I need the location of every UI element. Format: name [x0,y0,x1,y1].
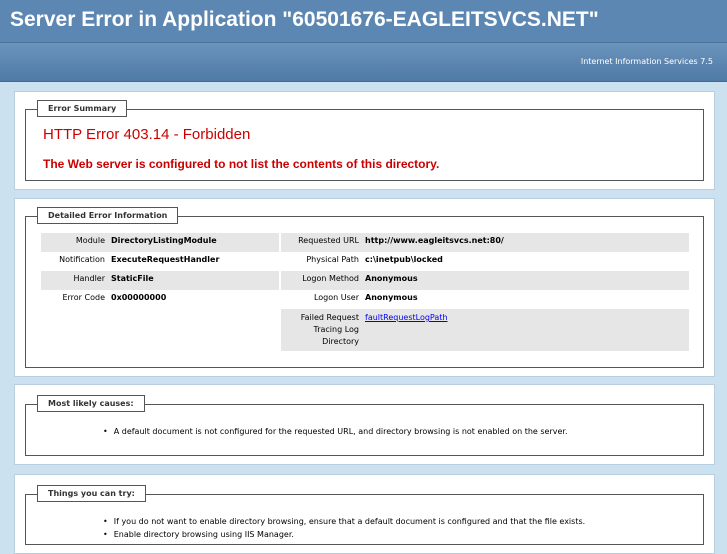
likely-causes-legend: Most likely causes: [37,395,145,412]
table-row: Handler StaticFile [41,271,279,290]
detail-value: Anonymous [365,293,418,302]
detail-value: c:\inetpub\locked [365,255,443,264]
table-row: Physical Path c:\inetpub\locked [281,252,689,271]
list-item: If you do not want to enable directory b… [103,517,585,526]
detail-table-right: Requested URL http://www.eagleitsvcs.net… [281,233,689,351]
detail-label: Failed Request Tracing Log Directory [281,309,363,351]
detail-label: Handler [41,271,109,290]
list-item: A default document is not configured for… [103,427,568,436]
detail-table-left: Module DirectoryListingModule Notificati… [41,233,279,309]
detailed-error-panel: Detailed Error Information Module Direct… [14,198,715,377]
things-to-try-list: If you do not want to enable directory b… [103,517,585,543]
product-name: Internet Information Services 7.5 [580,57,713,66]
error-title: HTTP Error 403.14 - Forbidden [43,126,251,143]
error-summary-legend: Error Summary [37,100,128,117]
product-bar: Internet Information Services 7.5 [0,43,727,82]
detail-label: Physical Path [306,255,359,264]
things-to-try-legend: Things you can try: [37,485,146,502]
fault-request-log-link[interactable]: faultRequestLogPath [365,313,448,322]
table-row: Requested URL http://www.eagleitsvcs.net… [281,233,689,252]
table-row: Module DirectoryListingModule [41,233,279,252]
page-title: Server Error in Application "60501676-EA… [10,8,599,31]
detail-label: Logon Method [281,271,363,290]
page-header: Server Error in Application "60501676-EA… [0,0,727,43]
table-row: Logon Method Anonymous [281,271,689,290]
table-row: Error Code 0x00000000 [41,290,279,309]
table-row: Notification ExecuteRequestHandler [41,252,279,271]
error-summary-panel: Error Summary HTTP Error 403.14 - Forbid… [14,91,715,190]
detail-label: Module [41,233,109,252]
detailed-error-legend: Detailed Error Information [37,207,179,224]
detail-value: http://www.eagleitsvcs.net:80/ [363,233,689,252]
detail-value: StaticFile [109,271,279,290]
likely-causes-list: A default document is not configured for… [103,427,568,440]
likely-causes-panel: Most likely causes: A default document i… [14,384,715,465]
table-row: Logon User Anonymous [281,290,689,309]
detail-value: ExecuteRequestHandler [111,255,220,264]
error-description: The Web server is configured to not list… [43,157,440,171]
detail-value: DirectoryListingModule [109,233,279,252]
detail-label: Requested URL [281,233,363,252]
detail-label: Error Code [62,293,105,302]
detail-label: Logon User [313,293,359,302]
detail-value: 0x00000000 [111,293,167,302]
detail-value: Anonymous [363,271,689,290]
things-to-try-panel: Things you can try: If you do not want t… [14,474,715,554]
list-item: Enable directory browsing using IIS Mana… [103,530,585,539]
table-row: Failed Request Tracing Log Directory fau… [281,309,689,351]
detail-label: Notification [59,255,105,264]
